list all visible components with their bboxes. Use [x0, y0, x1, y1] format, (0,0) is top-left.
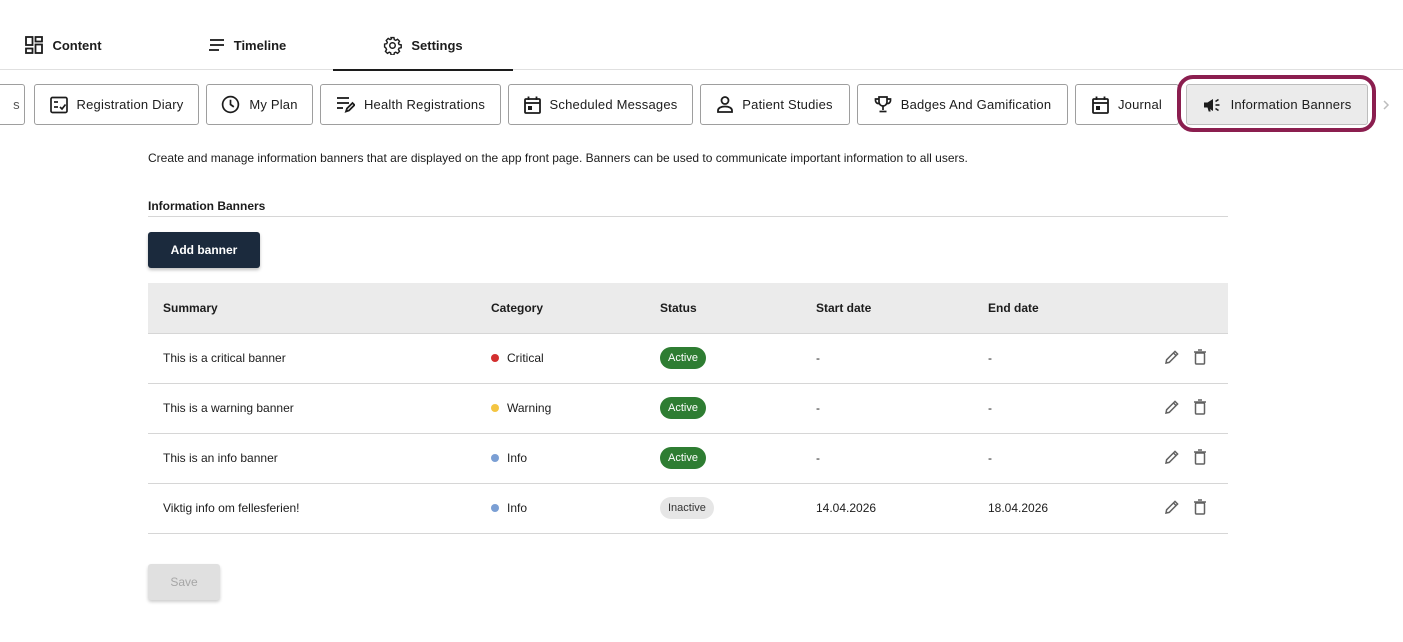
- person-icon: [717, 96, 734, 113]
- subtab-information-banners-label: Information Banners: [1230, 97, 1352, 112]
- row-start-date: -: [816, 383, 988, 434]
- banners-table: Summary Category Status Start date End d…: [148, 283, 1228, 534]
- edit-list-icon: [336, 96, 355, 113]
- category-dot-icon: [491, 504, 499, 512]
- row-status: Active: [660, 433, 816, 484]
- row-status: Active: [660, 333, 816, 384]
- status-badge: Inactive: [660, 497, 714, 519]
- edit-pencil-icon[interactable]: [1164, 449, 1180, 465]
- tab-settings[interactable]: Settings: [333, 20, 513, 71]
- edit-pencil-icon[interactable]: [1164, 349, 1180, 365]
- gear-icon: [383, 36, 403, 55]
- header-start-date: Start date: [816, 283, 988, 334]
- row-summary: Viktig info om fellesferien!: [148, 483, 491, 534]
- subtab-registration-diary[interactable]: Registration Diary: [34, 84, 199, 125]
- tab-content-label: Content: [52, 37, 102, 53]
- status-badge: Active: [660, 447, 706, 469]
- subtab-truncated-label: s: [13, 97, 20, 112]
- row-summary: This is a warning banner: [148, 383, 491, 434]
- page-description: Create and manage information banners th…: [148, 151, 968, 165]
- tab-timeline-label: Timeline: [233, 37, 287, 53]
- row-category: Info: [491, 433, 660, 484]
- table-row: This is an info banner Info Active - -: [148, 433, 1228, 484]
- header-end-date: End date: [988, 283, 1148, 334]
- section-title: Information Banners: [148, 199, 266, 213]
- subtab-patient-studies[interactable]: Patient Studies: [700, 84, 850, 125]
- save-button[interactable]: Save: [148, 564, 220, 600]
- category-label: Info: [507, 501, 528, 515]
- section-divider: [148, 216, 1228, 217]
- row-start-date: -: [816, 333, 988, 384]
- subtab-registration-diary-label: Registration Diary: [76, 97, 184, 112]
- delete-trash-icon[interactable]: [1192, 448, 1208, 465]
- row-status: Active: [660, 383, 816, 434]
- checklist-icon: [49, 96, 68, 114]
- row-category: Warning: [491, 383, 660, 434]
- subtab-journal-label: Journal: [1117, 97, 1163, 112]
- delete-trash-icon[interactable]: [1192, 398, 1208, 415]
- row-end-date: -: [988, 383, 1148, 434]
- subtab-scheduled-messages-label: Scheduled Messages: [549, 97, 678, 112]
- row-category: Critical: [491, 333, 660, 384]
- table-header-row: Summary Category Status Start date End d…: [148, 283, 1228, 334]
- clock-icon: [221, 95, 240, 114]
- header-category: Category: [491, 283, 660, 334]
- row-status: Inactive: [660, 483, 816, 534]
- category-label: Info: [507, 451, 528, 465]
- header-actions: [1148, 283, 1228, 334]
- row-actions: [1148, 333, 1228, 384]
- row-actions: [1148, 383, 1228, 434]
- category-label: Warning: [507, 401, 552, 415]
- subtab-health-registrations-label: Health Registrations: [363, 97, 486, 112]
- header-summary: Summary: [148, 283, 491, 334]
- subtab-badges-gamification-label: Badges And Gamification: [900, 97, 1052, 112]
- row-end-date: -: [988, 433, 1148, 484]
- table-row: This is a warning banner Warning Active …: [148, 383, 1228, 434]
- row-category: Info: [491, 483, 660, 534]
- row-summary: This is a critical banner: [148, 333, 491, 384]
- table-row: This is a critical banner Critical Activ…: [148, 333, 1228, 384]
- row-start-date: -: [816, 433, 988, 484]
- calendar-icon: [523, 96, 541, 114]
- lines-icon: [208, 39, 225, 51]
- delete-trash-icon[interactable]: [1192, 348, 1208, 365]
- table-row: Viktig info om fellesferien! Info Inacti…: [148, 483, 1228, 534]
- header-status: Status: [660, 283, 816, 334]
- row-actions: [1148, 433, 1228, 484]
- row-end-date: -: [988, 333, 1148, 384]
- scroll-right-chevron-icon[interactable]: [1379, 96, 1393, 114]
- category-dot-icon: [491, 354, 499, 362]
- subtab-truncated[interactable]: s: [0, 84, 25, 125]
- delete-trash-icon[interactable]: [1192, 498, 1208, 515]
- row-start-date: 14.04.2026: [816, 483, 988, 534]
- subtab-badges-gamification[interactable]: Badges And Gamification: [857, 84, 1068, 125]
- subtab-journal[interactable]: Journal: [1075, 84, 1179, 125]
- status-badge: Active: [660, 347, 706, 369]
- category-dot-icon: [491, 404, 499, 412]
- category-dot-icon: [491, 454, 499, 462]
- subtab-information-banners[interactable]: Information Banners: [1186, 84, 1368, 125]
- subtab-health-registrations[interactable]: Health Registrations: [320, 84, 501, 125]
- subtab-scheduled-messages[interactable]: Scheduled Messages: [508, 84, 693, 125]
- subtab-patient-studies-label: Patient Studies: [742, 97, 833, 112]
- row-end-date: 18.04.2026: [988, 483, 1148, 534]
- add-banner-button[interactable]: Add banner: [148, 232, 260, 268]
- edit-pencil-icon[interactable]: [1164, 399, 1180, 415]
- row-actions: [1148, 483, 1228, 534]
- category-label: Critical: [507, 351, 544, 365]
- calendar-icon: [1092, 96, 1109, 114]
- dashboard-icon: [25, 36, 44, 54]
- subtab-my-plan[interactable]: My Plan: [206, 84, 313, 125]
- edit-pencil-icon[interactable]: [1164, 499, 1180, 515]
- tab-settings-label: Settings: [411, 37, 463, 53]
- status-badge: Active: [660, 397, 706, 419]
- tab-timeline[interactable]: Timeline: [167, 20, 327, 70]
- trophy-icon: [874, 96, 892, 113]
- top-tab-bar: Content Timeline Settings: [0, 20, 1403, 71]
- tab-content[interactable]: Content: [0, 20, 127, 70]
- row-summary: This is an info banner: [148, 433, 491, 484]
- megaphone-icon: [1203, 97, 1222, 113]
- subtab-my-plan-label: My Plan: [249, 97, 298, 112]
- settings-subtab-bar: s Registration Diary My Plan Health Regi…: [0, 84, 1403, 126]
